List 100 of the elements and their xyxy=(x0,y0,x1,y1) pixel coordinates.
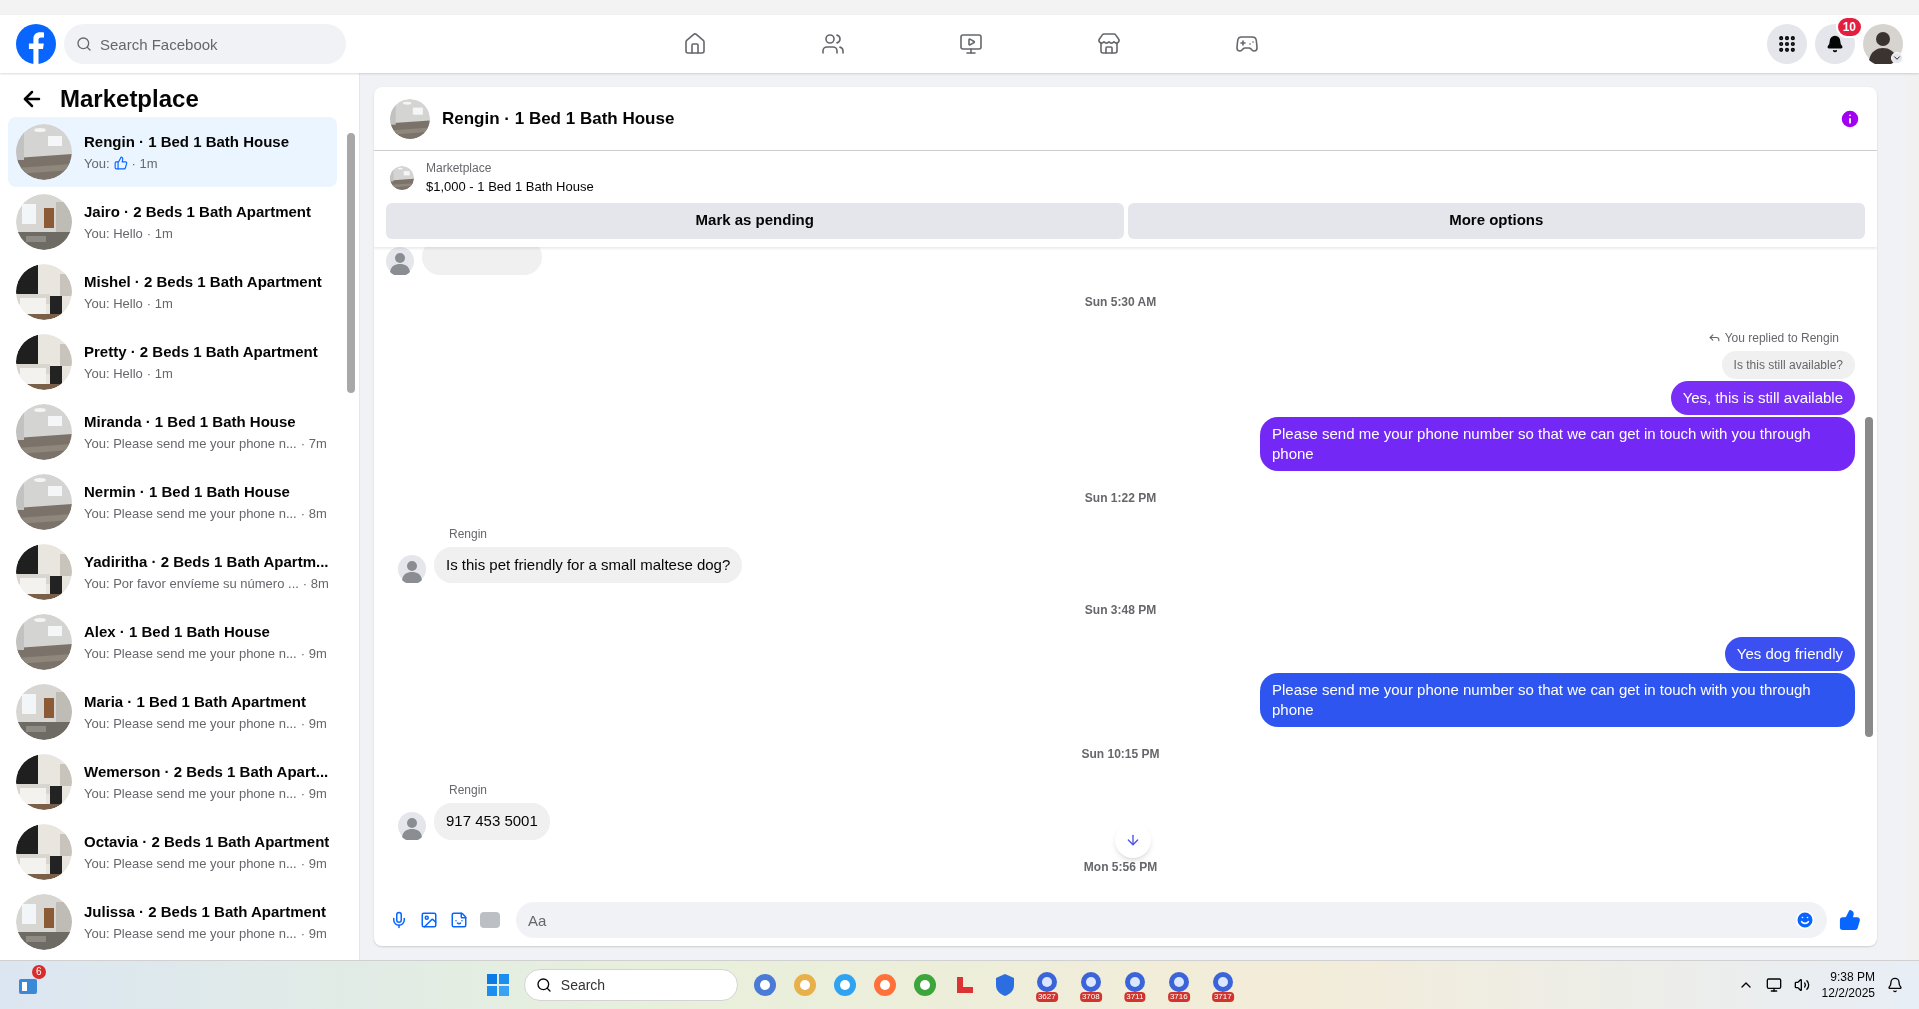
conversation-item[interactable]: Wemerson · 2 Beds 1 Bath Apart... You: Please send me your phone n... · 9m xyxy=(8,747,337,817)
action-button[interactable]: Mark as pending xyxy=(386,202,1124,239)
menu-button[interactable] xyxy=(1767,24,1807,64)
message-preview: You: Please send me your phone n... xyxy=(84,504,297,523)
widgets-badge: 6 xyxy=(32,965,46,979)
network-icon[interactable] xyxy=(1765,977,1782,993)
app-badge: 3708 xyxy=(1079,992,1102,1002)
microphone-icon[interactable] xyxy=(390,911,408,929)
search-icon xyxy=(76,36,92,52)
like-icon[interactable] xyxy=(1839,909,1861,931)
conversation-item[interactable]: Yadiritha · 2 Beds 1 Bath Apartm... You: Por favor envíeme su número ... · 8m xyxy=(8,537,337,607)
start-icon[interactable] xyxy=(485,973,510,997)
notification-icon[interactable] xyxy=(1887,977,1903,993)
quoted-message: Is this still available? xyxy=(1721,350,1855,379)
page-scrollbar[interactable] xyxy=(1905,73,1919,960)
conversation-title: Yadiritha · 2 Beds 1 Bath Apartm... xyxy=(84,552,329,572)
clock-date[interactable]: 12/2/2025 xyxy=(1821,985,1875,1001)
conversation-title: Miranda · 1 Bed 1 Bath House xyxy=(84,412,297,432)
facebook-logo[interactable] xyxy=(16,24,56,64)
scroll-down-button[interactable] xyxy=(1114,822,1151,858)
sent-message: Please send me your phone number so that we can get in touch with you through phone xyxy=(1260,416,1855,471)
app-icon[interactable] xyxy=(871,972,898,998)
message-preview: You: Please send me your phone n... xyxy=(84,924,297,943)
conversation-item[interactable]: Jairo · 2 Beds 1 Bath Apartment You: Hello · 1m xyxy=(8,187,337,257)
conversation-item[interactable]: Octavia · 2 Beds 1 Bath Apartment You: Please send me your phone n... · 9m xyxy=(8,817,337,887)
conversation-title: Rengin · 1 Bed 1 Bath House xyxy=(84,132,290,152)
message-time: · 8m xyxy=(300,504,327,523)
home-icon xyxy=(682,32,707,56)
timestamp: Sun 5:30 AM xyxy=(1083,293,1158,311)
listing-source: Marketplace xyxy=(426,160,493,177)
conversation-item[interactable]: Miranda · 1 Bed 1 Bath House You: Please send me your phone n... · 7m xyxy=(8,397,337,467)
action-button[interactable]: More options xyxy=(1127,202,1865,239)
message-time: · 1m xyxy=(131,154,158,173)
conversation-title: Pretty · 2 Beds 1 Bath Apartment xyxy=(84,342,318,362)
timestamp: Mon 5:56 PM xyxy=(1082,858,1159,876)
timestamp: Sun 10:15 PM xyxy=(1080,746,1161,763)
sent-message: Please send me your phone number so that we can get in touch with you through phone xyxy=(1260,673,1855,727)
scrollbar[interactable] xyxy=(1865,416,1873,737)
notifications-button[interactable] xyxy=(1815,24,1855,64)
message-time: · 1m xyxy=(146,364,173,383)
bell-icon xyxy=(1826,35,1844,53)
message-preview: You: Please send me your phone n... xyxy=(84,434,297,453)
app-icon[interactable] xyxy=(911,972,938,998)
scrollbar[interactable] xyxy=(347,133,355,393)
message-preview: You: Hello xyxy=(84,364,143,383)
sender-name: Rengin xyxy=(448,525,489,543)
received-message: 917 453 5001 xyxy=(434,803,550,840)
app-icon[interactable] xyxy=(1034,970,1059,994)
message-preview: You: Hello xyxy=(84,294,143,313)
app-icon[interactable] xyxy=(1078,970,1103,994)
grid-icon xyxy=(1777,34,1797,54)
app-icon[interactable] xyxy=(751,972,778,998)
conversation-item[interactable]: Julissa · 2 Beds 1 Bath Apartment You: Please send me your phone n... · 9m xyxy=(8,887,337,957)
user-avatar xyxy=(398,555,426,583)
message-time: · 1m xyxy=(146,294,173,313)
app-icon[interactable] xyxy=(1166,970,1191,994)
app-badge: 3627 xyxy=(1035,992,1058,1002)
sent-message: Yes, this is still available xyxy=(1670,380,1855,415)
conversation-item[interactable]: Alex · 1 Bed 1 Bath House You: Please send me your phone n... · 9m xyxy=(8,607,337,677)
app-badge: 3717 xyxy=(1211,992,1234,1002)
app-icon[interactable] xyxy=(1210,970,1235,994)
message-field[interactable]: Aa xyxy=(516,902,1827,938)
conversation-item[interactable]: Mishel · 2 Beds 1 Bath Apartment You: Hello · 1m xyxy=(8,257,337,327)
sticker-icon[interactable] xyxy=(450,911,468,929)
conversation-item[interactable]: Pretty · 2 Beds 1 Bath Apartment You: Hello · 1m xyxy=(8,327,337,397)
conversation-item[interactable]: Maria · 1 Bed 1 Bath Apartment You: Please send me your phone n... · 9m xyxy=(8,677,337,747)
app-badge: 3711 xyxy=(1124,992,1146,1002)
search-icon xyxy=(535,977,552,993)
app-icon[interactable] xyxy=(1122,970,1147,994)
message-preview: You: Please send me your phone n... xyxy=(84,854,297,873)
reply-label: You replied to Rengin xyxy=(1724,329,1839,347)
video-icon xyxy=(958,32,983,56)
clock-time[interactable]: 9:38 PM xyxy=(1821,969,1875,985)
search-field[interactable]: Search Facebook xyxy=(64,24,346,64)
conversation-item[interactable]: Rengin · 1 Bed 1 Bath House You: · 1m xyxy=(8,117,337,187)
volume-icon[interactable] xyxy=(1793,977,1810,993)
profile-avatar[interactable] xyxy=(1863,24,1903,64)
info-icon[interactable] xyxy=(1839,107,1861,130)
conversation-title: Octavia · 2 Beds 1 Bath Apartment xyxy=(84,832,329,852)
user-avatar xyxy=(398,811,426,840)
taskbar-search[interactable]: Search xyxy=(523,969,738,1001)
message-preview: You: xyxy=(84,154,110,173)
sidebar-title: Marketplace xyxy=(60,84,199,114)
sender-name: Rengin xyxy=(448,782,489,799)
message-time: · 9m xyxy=(300,644,327,663)
conversation-title: Julissa · 2 Beds 1 Bath Apartment xyxy=(84,902,327,922)
timestamp: Sun 1:22 PM xyxy=(1083,489,1158,507)
message-preview: You: Por favor envíeme su número ... xyxy=(84,574,299,593)
message-time: · 9m xyxy=(300,784,327,803)
photo-icon[interactable] xyxy=(420,911,438,929)
message-time: · 9m xyxy=(300,924,327,943)
app-badge: 3716 xyxy=(1167,992,1190,1002)
message-preview: You: Hello xyxy=(84,224,143,243)
user-avatar xyxy=(386,246,414,275)
listing-summary: $1,000 - 1 Bed 1 Bath House xyxy=(426,178,594,196)
app-icon[interactable] xyxy=(831,972,858,998)
conversation-item[interactable]: Nermin · 1 Bed 1 Bath House You: Please send me your phone n... · 8m xyxy=(8,467,337,537)
reply-icon xyxy=(1707,331,1721,344)
message-time: · 1m xyxy=(146,224,173,243)
notification-count: 10 xyxy=(1835,16,1863,38)
